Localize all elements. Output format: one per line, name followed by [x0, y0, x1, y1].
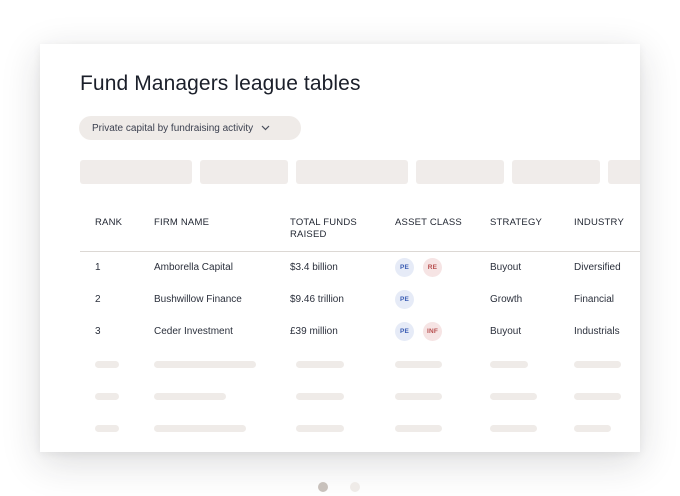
- skeleton-cell: [154, 393, 226, 400]
- skeleton-cell: [95, 425, 119, 432]
- firm-name-cell[interactable]: Ceder Investment: [154, 326, 233, 338]
- re-badge: RE: [423, 258, 442, 277]
- total-funds-cell: $9.46 trillion: [290, 294, 344, 305]
- firm-name-cell[interactable]: Bushwillow Finance: [154, 294, 242, 306]
- total-funds-cell: $3.4 billion: [290, 262, 338, 273]
- filter-label: Private capital by fundraising activity: [92, 122, 254, 134]
- pe-badge: PE: [395, 322, 414, 341]
- skeleton-cell: [154, 425, 246, 432]
- skeleton-cell: [95, 361, 119, 368]
- header-divider: [80, 251, 640, 252]
- strategy-cell: Growth: [490, 294, 523, 305]
- total-funds-cell: £39 million: [290, 326, 338, 337]
- strategy-cell: Buyout: [490, 262, 522, 273]
- skeleton-filter-tab: [608, 160, 640, 184]
- skeleton-cell: [574, 393, 621, 400]
- column-header-total-funds-line2: RAISED: [290, 229, 327, 240]
- skeleton-cell: [490, 425, 537, 432]
- rank-cell: 3: [95, 326, 101, 337]
- skeleton-filter-tab: [200, 160, 288, 184]
- pagination-dot-2[interactable]: [350, 482, 360, 492]
- page-title: Fund Managers league tables: [80, 72, 361, 95]
- column-header-total-funds[interactable]: TOTAL FUNDS RAISED: [290, 217, 357, 241]
- strategy-cell: Buyout: [490, 326, 522, 337]
- column-header-firm-name[interactable]: FIRM NAME: [154, 217, 209, 229]
- skeleton-filter-tab: [296, 160, 408, 184]
- skeleton-filter-tab: [80, 160, 192, 184]
- pagination-dot-1[interactable]: [318, 482, 328, 492]
- column-header-rank[interactable]: RANK: [95, 217, 122, 229]
- pe-badge: PE: [395, 290, 414, 309]
- skeleton-cell: [154, 361, 256, 368]
- rank-cell: 2: [95, 294, 101, 305]
- rank-cell: 1: [95, 262, 101, 273]
- industry-cell: Industrials: [574, 326, 620, 337]
- skeleton-cell: [574, 361, 621, 368]
- skeleton-cell: [395, 361, 442, 368]
- skeleton-cell: [296, 425, 344, 432]
- column-header-asset-class[interactable]: ASSET CLASS: [395, 217, 462, 229]
- fundraising-filter-dropdown[interactable]: Private capital by fundraising activity: [79, 116, 301, 140]
- skeleton-cell: [490, 361, 528, 368]
- column-header-total-funds-line1: TOTAL FUNDS: [290, 217, 357, 228]
- skeleton-filter-tab: [512, 160, 600, 184]
- pe-badge: PE: [395, 258, 414, 277]
- skeleton-cell: [95, 393, 119, 400]
- skeleton-cell: [296, 361, 344, 368]
- skeleton-filter-tab: [416, 160, 504, 184]
- league-table-card: Fund Managers league tables Private capi…: [40, 44, 640, 452]
- skeleton-cell: [490, 393, 537, 400]
- skeleton-cell: [574, 425, 611, 432]
- industry-cell: Diversified: [574, 262, 621, 273]
- chevron-down-icon: [261, 125, 270, 131]
- column-header-industry[interactable]: INDUSTRY: [574, 217, 624, 229]
- inf-badge: INF: [423, 322, 442, 341]
- industry-cell: Financial: [574, 294, 615, 305]
- firm-name-cell[interactable]: Amborella Capital: [154, 262, 233, 274]
- skeleton-cell: [395, 425, 442, 432]
- skeleton-cell: [395, 393, 442, 400]
- column-header-strategy[interactable]: STRATEGY: [490, 217, 542, 229]
- skeleton-cell: [296, 393, 344, 400]
